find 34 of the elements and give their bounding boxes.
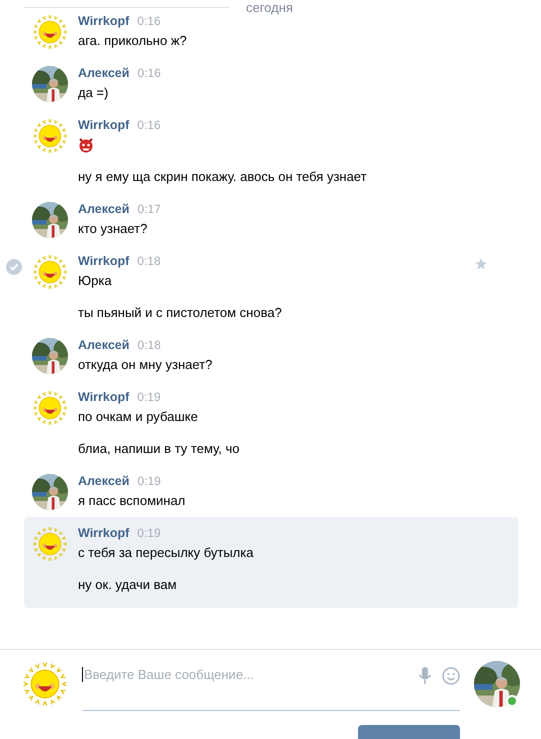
author-name[interactable]: Wirrkopf [78, 390, 130, 404]
author-name[interactable]: Wirrkopf [78, 118, 130, 132]
avatar[interactable] [32, 14, 68, 50]
avatar[interactable] [32, 118, 68, 154]
author-name[interactable]: Wirrkopf [78, 526, 130, 540]
author-name[interactable]: Алексей [78, 66, 130, 80]
message-text: я пасс вспоминал [78, 492, 186, 510]
author-name[interactable]: Wirrkopf [78, 14, 130, 28]
avatar[interactable] [32, 526, 68, 562]
message-text: ага. прикольно ж? [78, 32, 187, 50]
message-text: да =) [78, 84, 110, 102]
message-text: блиа, напиши в ту тему, чо [78, 440, 240, 458]
message-text: ну ок. удачи вам [78, 576, 178, 594]
author-name[interactable]: Алексей [78, 202, 130, 216]
avatar[interactable] [22, 661, 68, 707]
message-text: с тебя за пересылку бутылка [78, 544, 254, 562]
message-input[interactable]: Введите Ваше сообщение... [82, 667, 410, 682]
author-name[interactable]: Алексей [78, 338, 130, 352]
message-text: по очкам и рубашке [78, 408, 199, 426]
message-text: ну я ему ща скрин покажу. авось он тебя узнает [78, 168, 367, 186]
avatar[interactable] [32, 254, 68, 290]
message-text: откуда он мну узнает? [78, 356, 212, 374]
star-icon[interactable] [474, 257, 488, 271]
author-name[interactable]: Wirrkopf [78, 254, 130, 268]
check-icon[interactable] [6, 259, 22, 275]
devil-emoji-icon [78, 137, 94, 153]
message-text: ты пьяный и с пистолетом снова? [78, 304, 282, 322]
author-name[interactable]: Алексей [78, 474, 130, 488]
message-text: Юрка [78, 272, 113, 290]
microphone-icon[interactable] [418, 667, 432, 685]
date-divider: сегодня [246, 0, 293, 15]
smiley-icon[interactable] [442, 667, 460, 685]
message-text: кто узнает? [78, 220, 148, 238]
avatar[interactable] [32, 390, 68, 426]
